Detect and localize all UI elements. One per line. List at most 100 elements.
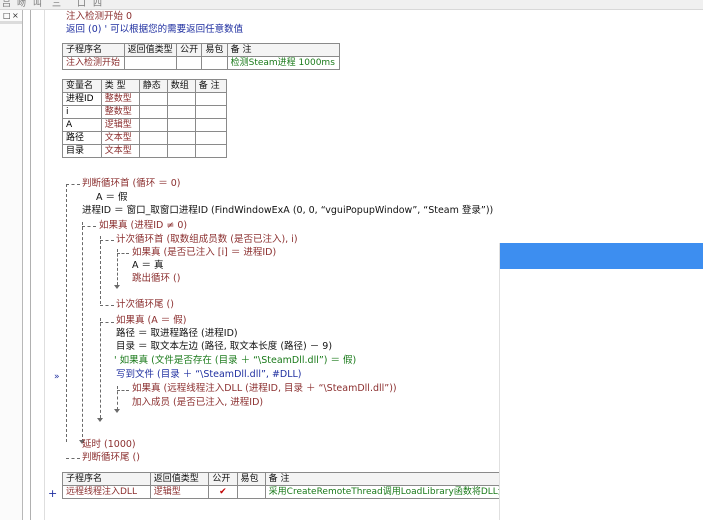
table-row[interactable]: A 逻辑型 [62, 118, 228, 132]
var-name-cell[interactable]: 进程ID [62, 92, 102, 106]
comment-if-exists-line[interactable]: ' 如果真 (文件是否存在 (目录 ＋ “\SteamDll.dll”) ＝ 假… [114, 355, 356, 367]
loop-tail-line[interactable]: 判断循环尾 () [82, 452, 140, 464]
variable-table: 变量名 类 型 静态 数组 备 注 进程ID 整数型 i 整数型 A 逻辑型 路… [62, 79, 228, 158]
close-icon[interactable]: × [12, 11, 19, 20]
break-loop-line[interactable]: 跳出循环 () [132, 273, 180, 285]
if-injected-line[interactable]: 如果真 (是否已注入 [i] ＝ 进程ID) [132, 247, 276, 259]
flow-arrow-icon [97, 418, 103, 422]
remark-cell[interactable]: 检测Steam进程 1000ms [226, 56, 341, 70]
easy-pack-cell[interactable] [236, 485, 266, 499]
assign-a-false-line[interactable]: A ＝ 假 [96, 192, 128, 204]
inner-if-flow-line [117, 249, 118, 285]
array-cell[interactable] [166, 131, 196, 145]
expand-plus-icon[interactable]: + [48, 488, 57, 499]
table-row[interactable]: 远程线程注入DLL 逻辑型 ✔ 采用CreateRemoteThread调用Lo… [62, 485, 563, 499]
count-loop-tail-line[interactable]: 计次循环尾 () [116, 299, 174, 311]
count-loop-flow-line [100, 236, 101, 304]
flow-arrow-icon [114, 285, 120, 289]
var-type-cell[interactable]: 整数型 [100, 105, 140, 119]
var-name-cell[interactable]: i [62, 105, 102, 119]
col-header: 子程序名 [62, 472, 151, 486]
restore-icon[interactable]: □ [3, 11, 11, 20]
table-row[interactable]: 进程ID 整数型 [62, 92, 228, 106]
left-panel: □ × [0, 10, 23, 520]
if-inject-line[interactable]: 如果真 (远程线程注入DLL (进程ID, 目录 ＋ “\SteamDll.dl… [132, 383, 397, 395]
col-header: 数组 [166, 79, 196, 93]
table-row[interactable]: i 整数型 [62, 105, 228, 119]
static-cell[interactable] [138, 131, 168, 145]
write-file-line[interactable]: 写到文件 (目录 ＋ “\SteamDll.dll”, #DLL) [116, 369, 302, 381]
remark-cell[interactable] [194, 105, 228, 119]
gutter-divider-light [44, 10, 45, 520]
static-cell[interactable] [138, 144, 168, 158]
var-name-cell[interactable]: 路径 [62, 131, 102, 145]
loop-flow-line [66, 184, 67, 442]
var-type-cell[interactable]: 文本型 [100, 144, 140, 158]
var-name-cell[interactable]: 目录 [62, 144, 102, 158]
subroutine-name-cell[interactable]: 远程线程注入DLL [62, 485, 151, 499]
toolbar-icon-6[interactable]: 四 [93, 0, 102, 9]
loop-head-line[interactable]: 判断循环首 (循环 ＝ 0) [82, 178, 181, 190]
sub-header-line[interactable]: 注入检测开始 0 [66, 11, 132, 23]
subroutine-name-cell[interactable]: 注入检测开始 [62, 56, 125, 70]
public-cell[interactable] [176, 56, 203, 70]
col-header: 公开 [176, 43, 203, 57]
if-a-false-line[interactable]: 如果真 (A ＝ 假) [116, 315, 186, 327]
panel-header-strip [0, 21, 22, 24]
loop-flow-connector [66, 184, 80, 185]
col-header: 备 注 [194, 79, 228, 93]
if-pid-line[interactable]: 如果真 (进程ID ≠ 0) [99, 220, 187, 232]
remark-cell[interactable] [194, 118, 228, 132]
top-toolbar: 吕 吻 叫 三 口 四 [0, 0, 703, 10]
remark-cell[interactable] [194, 131, 228, 145]
if-flow-connector [82, 226, 96, 227]
col-header: 易包 [236, 472, 266, 486]
static-cell[interactable] [138, 105, 168, 119]
remark-cell[interactable] [194, 92, 228, 106]
col-header: 变量名 [62, 79, 102, 93]
dir-assign-line[interactable]: 目录 ＝ 取文本左边 (路径, 取文本长度 (路径) － 9) [116, 341, 332, 353]
var-name-cell[interactable]: A [62, 118, 102, 132]
static-cell[interactable] [138, 118, 168, 132]
table-header-row: 变量名 类 型 静态 数组 备 注 [62, 79, 228, 93]
array-cell[interactable] [166, 118, 196, 132]
if-a-flow-line [100, 318, 101, 418]
toolbar-icon-4[interactable]: 三 [52, 0, 61, 9]
toolbar-icon-2[interactable]: 吻 [17, 0, 26, 9]
add-member-line[interactable]: 加入成员 (是否已注入, 进程ID) [132, 397, 263, 409]
pid-assign-line[interactable]: 进程ID ＝ 窗口_取窗口进程ID (FindWindowExA (0, 0, … [82, 205, 493, 217]
assign-a-true-line[interactable]: A ＝ 真 [132, 260, 164, 272]
var-type-cell[interactable]: 逻辑型 [100, 118, 140, 132]
var-type-cell[interactable]: 文本型 [100, 131, 140, 145]
public-check-icon[interactable]: ✔ [208, 485, 238, 499]
overlay-title-bar[interactable] [500, 243, 703, 269]
col-header: 返回值类型 [149, 472, 210, 486]
toolbar-icon-3[interactable]: 叫 [33, 0, 42, 9]
table-row[interactable]: 目录 文本型 [62, 144, 228, 158]
table-row[interactable]: 注入检测开始 检测Steam进程 1000ms [62, 56, 341, 70]
col-header: 子程序名 [62, 43, 125, 57]
count-loop-head-line[interactable]: 计次循环首 (取数组成员数 (是否已注入), i) [116, 234, 298, 246]
col-header: 易包 [201, 43, 228, 57]
table-header-row: 子程序名 返回值类型 公开 易包 备 注 [62, 43, 341, 57]
current-line-marker-icon: » [54, 372, 60, 382]
easy-pack-cell[interactable] [201, 56, 228, 70]
col-header: 返回值类型 [123, 43, 178, 57]
path-assign-line[interactable]: 路径 ＝ 取进程路径 (进程ID) [116, 328, 238, 340]
static-cell[interactable] [138, 92, 168, 106]
toolbar-icon-5[interactable]: 口 [77, 0, 86, 9]
var-type-cell[interactable]: 整数型 [100, 92, 140, 106]
table-row[interactable]: 路径 文本型 [62, 131, 228, 145]
delay-line[interactable]: 延时 (1000) [82, 439, 136, 451]
array-cell[interactable] [166, 144, 196, 158]
array-cell[interactable] [166, 92, 196, 106]
overlay-panel[interactable] [499, 243, 703, 520]
array-cell[interactable] [166, 105, 196, 119]
gutter-divider [30, 10, 31, 520]
return-type-cell[interactable]: 逻辑型 [149, 485, 210, 499]
col-header: 静态 [138, 79, 168, 93]
return-type-cell[interactable] [123, 56, 178, 70]
remark-cell[interactable] [194, 144, 228, 158]
toolbar-icon-1[interactable]: 吕 [2, 0, 11, 9]
return-comment-line[interactable]: 返回 (0) ' 可以根据您的需要返回任意数值 [66, 24, 243, 36]
